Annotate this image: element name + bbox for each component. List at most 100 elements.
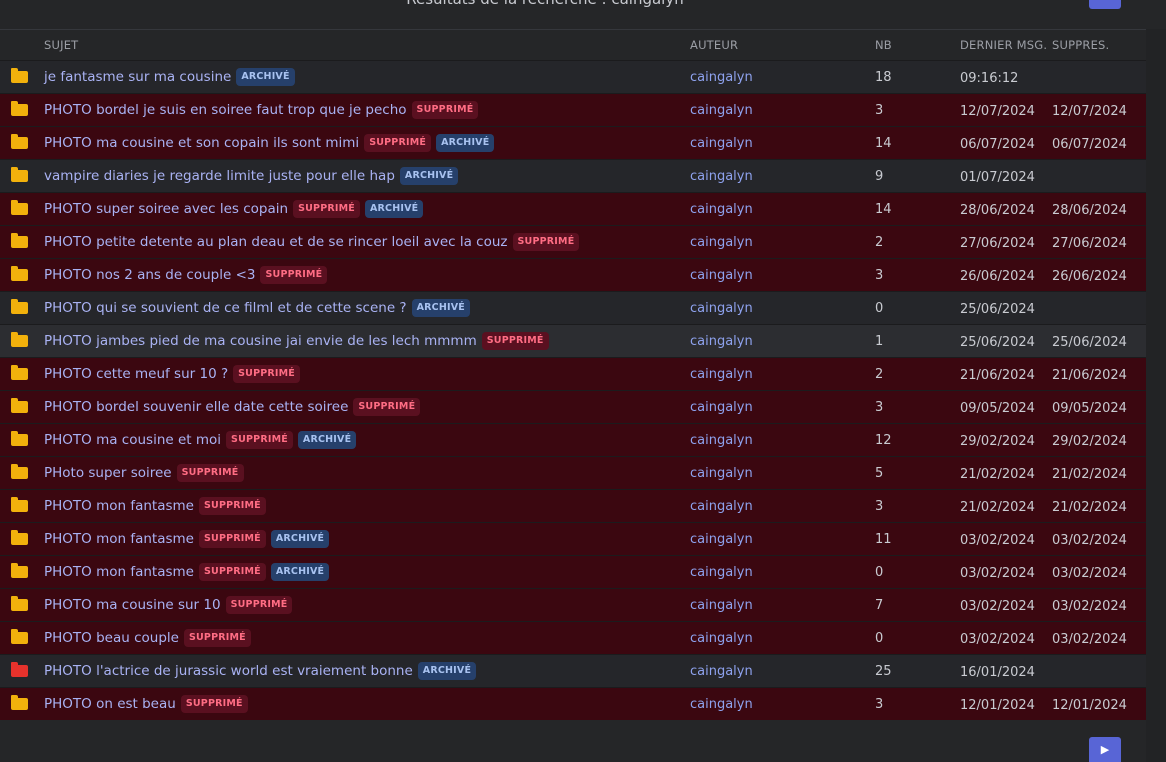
deleted-badge: SUPPRIMÉ <box>233 365 300 383</box>
last-message-date: 16/01/2024 <box>960 665 1035 680</box>
author-link[interactable]: caingalyn <box>690 70 753 85</box>
author-link[interactable]: caingalyn <box>690 631 753 646</box>
topic-link[interactable]: PHOTO ma cousine et moi <box>44 432 221 448</box>
scrollbar[interactable] <box>1146 29 1166 762</box>
table-row[interactable]: PHOTO cette meuf sur 10 ? SUPPRIMÉ caingal… <box>0 357 1146 390</box>
author-link[interactable]: caingalyn <box>690 103 753 118</box>
table-row[interactable]: PHOTO ma cousine sur 10 SUPPRIMÉ caingalyn… <box>0 588 1146 621</box>
author-link[interactable]: caingalyn <box>690 268 753 283</box>
table-row[interactable]: PHOTO mon fantasme SUPPRIMÉ ARCHIVÉ caingal… <box>0 555 1146 588</box>
last-message-date: 12/01/2024 <box>960 698 1035 713</box>
author-link[interactable]: caingalyn <box>690 433 753 448</box>
topic-link[interactable]: PHOTO super soiree avec les copain <box>44 201 288 217</box>
next-page-button[interactable]: ▶ <box>1089 737 1121 762</box>
author-link[interactable]: caingalyn <box>690 169 753 184</box>
topic-link[interactable]: PHOTO bordel je suis en soiree faut trop… <box>44 102 407 118</box>
folder-icon <box>11 563 28 578</box>
table-row[interactable]: PHOTO super soiree avec les copain SUPPRI… <box>0 192 1146 225</box>
subject-cell: PHOTO bordel je suis en soiree faut trop… <box>44 94 479 126</box>
table-row[interactable]: PHOTO on est beau SUPPRIMÉ caingalyn 3 12/01… <box>0 687 1146 720</box>
author-link[interactable]: caingalyn <box>690 598 753 613</box>
topic-link[interactable]: PHOTO qui se souvient de ce filml et de … <box>44 300 407 316</box>
archived-badge: ARCHIVÉ <box>417 662 477 680</box>
topic-link[interactable]: PHOTO petite detente au plan deau et de … <box>44 234 508 250</box>
topic-link[interactable]: PHOTO mon fantasme <box>44 564 194 580</box>
author-link[interactable]: caingalyn <box>690 697 753 712</box>
folder-icon <box>11 662 28 677</box>
subject-cell: vampire diaries je regarde limite juste … <box>44 160 459 192</box>
table-row[interactable]: PHOTO ma cousine et moi SUPPRIMÉ ARCHIVÉ ca… <box>0 423 1146 456</box>
table-row[interactable]: PHOTO jambes pied de ma cousine jai envi… <box>0 324 1146 357</box>
topic-link[interactable]: PHOTO l'actrice de jurassic world est vr… <box>44 663 413 679</box>
table-row[interactable]: PHOTO bordel je suis en soiree faut trop… <box>0 93 1146 126</box>
col-nb[interactable]: NB <box>875 38 892 52</box>
col-last-msg[interactable]: DERNIER MSG. <box>960 38 1047 52</box>
topic-link[interactable]: PHOTO nos 2 ans de couple <3 <box>44 267 255 283</box>
deleted-badge: SUPPRIMÉ <box>198 530 266 548</box>
table-row[interactable]: PHOTO beau couple SUPPRIMÉ caingalyn 0 03/02… <box>0 621 1146 654</box>
author-link[interactable]: caingalyn <box>690 235 753 250</box>
topic-link[interactable]: vampire diaries je regarde limite juste … <box>44 168 395 184</box>
author-link[interactable]: caingalyn <box>690 565 753 580</box>
author-link[interactable]: caingalyn <box>690 400 753 415</box>
reply-count: 0 <box>875 301 884 316</box>
col-author[interactable]: AUTEUR <box>690 38 738 52</box>
author-link[interactable]: caingalyn <box>690 301 753 316</box>
table-row[interactable]: PHOTO nos 2 ans de couple <3 SUPPRIMÉ cain… <box>0 258 1146 291</box>
topic-link[interactable]: PHOTO beau couple <box>44 630 179 646</box>
table-row[interactable]: PHOTO petite detente au plan deau et de … <box>0 225 1146 258</box>
author-link[interactable]: caingalyn <box>690 367 753 382</box>
topic-link[interactable]: PHOTO ma cousine sur 10 <box>44 597 221 613</box>
deleted-badge: SUPPRIMÉ <box>364 134 432 152</box>
table-row[interactable]: PHoto super soiree SUPPRIMÉ caingalyn 5 21/0… <box>0 456 1146 489</box>
reply-count: 3 <box>875 697 884 712</box>
table-row[interactable]: PHOTO l'actrice de jurassic world est vr… <box>0 654 1146 687</box>
last-message-date: 12/07/2024 <box>960 104 1035 119</box>
topic-link[interactable]: PHOTO mon fantasme <box>44 498 194 514</box>
table-row[interactable]: PHOTO bordel souvenir elle date cette so… <box>0 390 1146 423</box>
table-row[interactable]: je fantasme sur ma cousine ARCHIVÉ caingal… <box>0 60 1146 93</box>
reply-count: 14 <box>875 136 892 151</box>
topic-link[interactable]: PHOTO jambes pied de ma cousine jai envi… <box>44 333 477 349</box>
subject-cell: PHOTO cette meuf sur 10 ? SUPPRIMÉ <box>44 358 300 390</box>
author-link[interactable]: caingalyn <box>690 202 753 217</box>
folder-icon <box>11 365 28 380</box>
table-body: je fantasme sur ma cousine ARCHIVÉ caingal… <box>0 60 1146 720</box>
topic-link[interactable]: PHoto super soiree <box>44 465 172 481</box>
table-row[interactable]: PHOTO ma cousine et son copain ils sont … <box>0 126 1146 159</box>
author-link[interactable]: caingalyn <box>690 334 753 349</box>
topic-link[interactable]: PHOTO bordel souvenir elle date cette so… <box>44 399 348 415</box>
folder-icon <box>11 695 28 710</box>
deletion-date: 06/07/2024 <box>1052 137 1127 152</box>
folder-icon <box>11 299 28 314</box>
deletion-date: 12/07/2024 <box>1052 104 1127 119</box>
reply-count: 3 <box>875 268 884 283</box>
author-link[interactable]: caingalyn <box>690 466 753 481</box>
topic-link[interactable]: PHOTO cette meuf sur 10 ? <box>44 366 228 382</box>
topic-link[interactable]: je fantasme sur ma cousine <box>44 69 231 85</box>
reply-count: 3 <box>875 400 884 415</box>
author-link[interactable]: caingalyn <box>690 532 753 547</box>
author-link[interactable]: caingalyn <box>690 664 753 679</box>
deleted-badge: SUPPRIMÉ <box>225 596 293 614</box>
folder-icon <box>11 431 28 446</box>
archived-badge: ARCHIVÉ <box>436 134 495 152</box>
author-link[interactable]: caingalyn <box>690 499 753 514</box>
top-pagination-button[interactable] <box>1089 0 1121 9</box>
topic-link[interactable]: PHOTO mon fantasme <box>44 531 194 547</box>
subject-cell: PHOTO mon fantasme SUPPRIMÉ ARCHIVÉ <box>44 523 330 555</box>
col-subject[interactable]: SUJET <box>44 38 78 52</box>
subject-cell: PHOTO ma cousine et moi SUPPRIMÉ ARCHIVÉ <box>44 424 357 456</box>
table-row[interactable]: PHOTO mon fantasme SUPPRIMÉ caingalyn 3 21/0… <box>0 489 1146 522</box>
topic-link[interactable]: PHOTO on est beau <box>44 696 176 712</box>
deletion-date: 09/05/2024 <box>1052 401 1127 416</box>
table-row[interactable]: PHOTO qui se souvient de ce filml et de … <box>0 291 1146 324</box>
topic-link[interactable]: PHOTO ma cousine et son copain ils sont … <box>44 135 359 151</box>
col-deleted[interactable]: SUPPRES. <box>1052 38 1109 52</box>
archived-badge: ARCHIVÉ <box>236 68 295 86</box>
table-row[interactable]: vampire diaries je regarde limite juste … <box>0 159 1146 192</box>
last-message-date: 29/02/2024 <box>960 434 1035 449</box>
subject-cell: PHOTO mon fantasme SUPPRIMÉ ARCHIVÉ <box>44 556 330 588</box>
author-link[interactable]: caingalyn <box>690 136 753 151</box>
table-row[interactable]: PHOTO mon fantasme SUPPRIMÉ ARCHIVÉ caingal… <box>0 522 1146 555</box>
